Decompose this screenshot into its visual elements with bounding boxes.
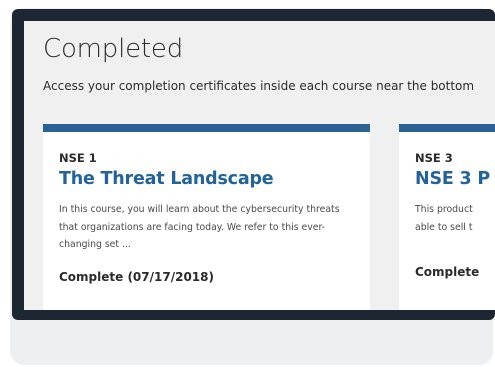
screenshot-frame: Completed Access your completion certifi… bbox=[12, 9, 495, 320]
card-accent-bar bbox=[399, 124, 495, 132]
course-card-nse3[interactable]: NSE 3 NSE 3 P This product able to sell … bbox=[399, 124, 495, 310]
course-description: In this course, you will learn about the… bbox=[59, 204, 340, 250]
course-status: Complete (07/17/2018) bbox=[59, 270, 214, 284]
course-code: NSE 1 bbox=[59, 151, 97, 165]
page-title: Completed bbox=[43, 34, 184, 64]
course-title-link[interactable]: The Threat Landscape bbox=[59, 169, 274, 189]
card-accent-bar bbox=[43, 124, 370, 132]
page-subtitle: Access your completion certificates insi… bbox=[43, 79, 475, 93]
page-viewport: Completed Access your completion certifi… bbox=[24, 21, 495, 310]
course-description: This product able to sell t bbox=[415, 204, 473, 233]
course-title-link[interactable]: NSE 3 P bbox=[415, 169, 490, 189]
course-card-nse1[interactable]: NSE 1 The Threat Landscape In this cours… bbox=[43, 124, 370, 310]
course-code: NSE 3 bbox=[415, 151, 453, 165]
course-status: Complete bbox=[415, 265, 480, 279]
